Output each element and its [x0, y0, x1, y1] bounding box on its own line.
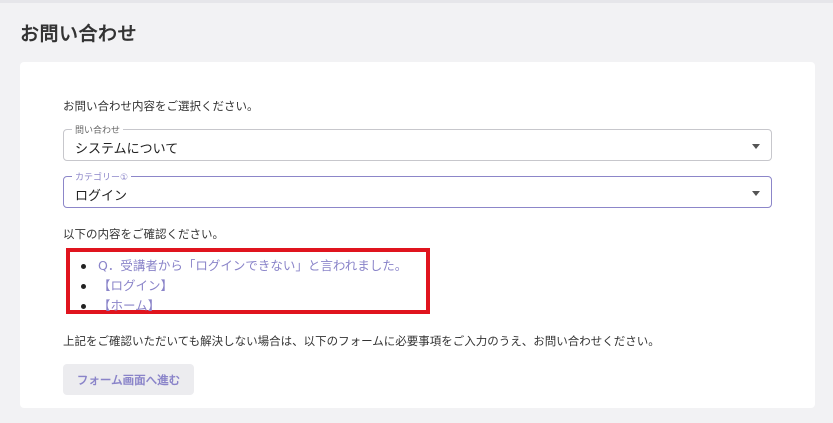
chevron-down-icon[interactable] [752, 144, 760, 149]
top-divider [0, 0, 833, 3]
chevron-down-icon[interactable] [752, 191, 760, 196]
confirm-text: 以下の内容をご確認ください。 [63, 227, 224, 241]
bullet-icon [81, 264, 86, 269]
inquiry-type-select[interactable]: 問い合わせ システムについて [63, 123, 772, 161]
inquiry-type-label: 問い合わせ [72, 123, 124, 136]
inquiry-type-value: システムについて [75, 142, 179, 157]
bullet-icon [81, 284, 86, 289]
inquiry-card: お問い合わせ内容をご選択ください。 問い合わせ システムについて カテゴリー① … [20, 62, 815, 408]
list-item: 【ホーム】 [78, 296, 407, 316]
faq-link-login[interactable]: 【ログイン】 [98, 278, 173, 293]
go-to-form-button[interactable]: フォーム画面へ進む [63, 364, 194, 395]
page-title: お問い合わせ [20, 23, 138, 45]
help-note: 上記をご確認いただいても解決しない場合は、以下のフォームに必要事項をご入力のうえ… [63, 334, 660, 348]
category-value: ログイン [75, 189, 128, 204]
faq-link-home[interactable]: 【ホーム】 [98, 298, 160, 313]
bullet-icon [81, 304, 86, 309]
faq-link-list: Q．受講者から「ログインできない」と言われました。 【ログイン】 【ホーム】 [78, 256, 407, 316]
faq-link-login-issue[interactable]: Q．受講者から「ログインできない」と言われました。 [98, 258, 407, 273]
list-item: Q．受講者から「ログインできない」と言われました。 [78, 256, 407, 276]
category-label: カテゴリー① [72, 170, 132, 183]
list-item: 【ログイン】 [78, 276, 407, 296]
intro-text: お問い合わせ内容をご選択ください。 [63, 99, 259, 113]
category-select[interactable]: カテゴリー① ログイン [63, 170, 772, 208]
